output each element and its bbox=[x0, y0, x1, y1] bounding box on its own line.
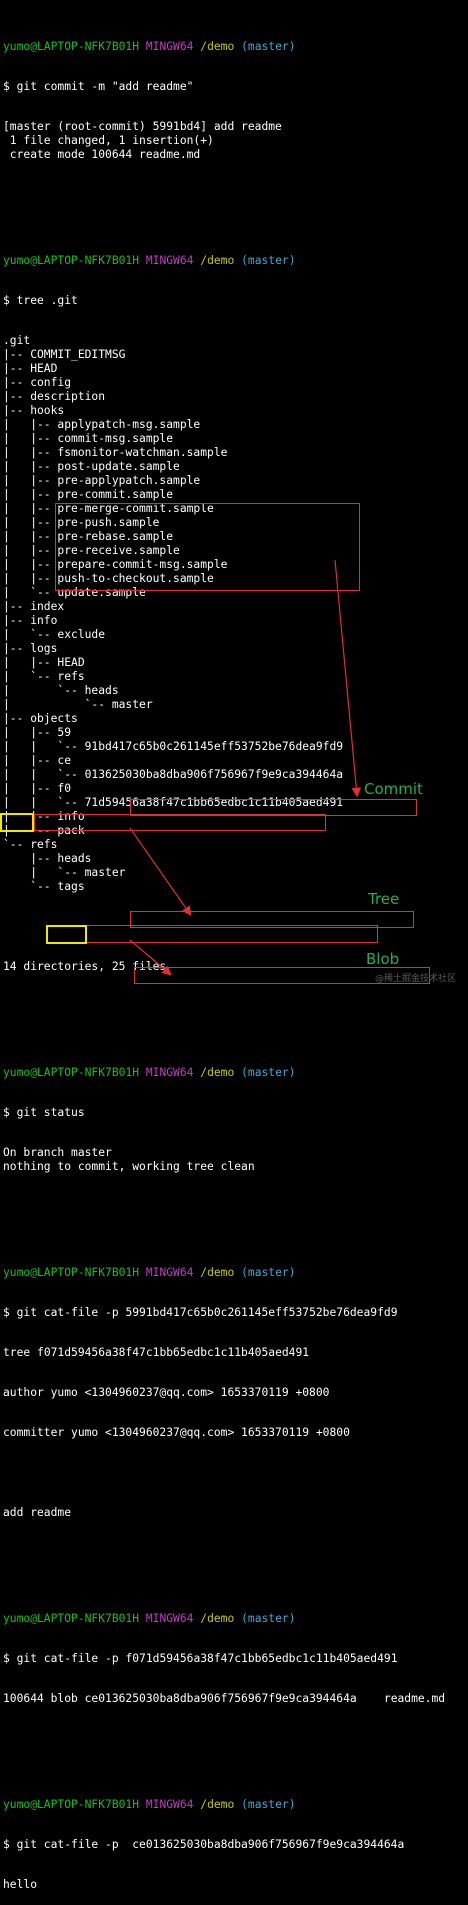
prompt-shell: MINGW64 bbox=[145, 1798, 194, 1811]
command-prefix: $ git cat-file -p bbox=[3, 1838, 133, 1851]
author-line: author yumo <1304960237@qq.com> 16533701… bbox=[3, 1386, 330, 1399]
prompt-path: /demo bbox=[200, 1798, 235, 1811]
file-mode: 100644 bbox=[3, 1692, 51, 1705]
blob-content: hello bbox=[3, 1878, 38, 1891]
prompt-user-host: yumo@LAPTOP-NFK7B01H bbox=[3, 1066, 140, 1079]
committer-line: committer yumo <1304960237@qq.com> 16533… bbox=[3, 1426, 350, 1439]
command-line: $ git cat-file -p f071d59456a38f47c1bb65… bbox=[3, 1652, 468, 1666]
blob-object-hash: ce013625030ba8dba906f756967f9e9ca394464a bbox=[132, 1838, 405, 1851]
prompt-shell: MINGW64 bbox=[145, 1612, 194, 1625]
arrow-tree-hash-to-tree-object bbox=[129, 827, 192, 916]
prompt-branch: (master) bbox=[241, 1612, 296, 1625]
file-name: readme.md bbox=[356, 1692, 446, 1705]
blob-hash: ce013625030ba8dba906f756967f9e9ca394464a bbox=[77, 1692, 357, 1705]
arrow-blob-hash-to-blob-object bbox=[129, 939, 172, 976]
commit-hash: 5991bd417c65b0c261145eff53752be76dea9fd9 bbox=[125, 1306, 398, 1319]
command-prefix: $ git cat-file -p bbox=[3, 1652, 126, 1665]
prompt-branch: (master) bbox=[241, 1066, 296, 1079]
prompt-branch: (master) bbox=[241, 1266, 296, 1279]
tree-hash: f071d59456a38f47c1bb65edbc1c11b405aed491 bbox=[30, 1346, 310, 1359]
prompt-path: /demo bbox=[200, 1266, 235, 1279]
command-line: $ git cat-file -p 5991bd417c65b0c261145e… bbox=[3, 1306, 468, 1320]
prompt-line: yumo@LAPTOP-NFK7B01H MINGW64 /demo (mast… bbox=[3, 1798, 468, 1812]
watermark: @稀土掘金技术社区 bbox=[375, 974, 457, 984]
tree-entry-line: tree f071d59456a38f47c1bb65edbc1c11b405a… bbox=[3, 1346, 468, 1360]
command-prefix: $ git cat-file -p bbox=[3, 1306, 126, 1319]
tree-object-hash: f071d59456a38f47c1bb65edbc1c11b405aed491 bbox=[125, 1652, 398, 1665]
prompt-line: yumo@LAPTOP-NFK7B01H MINGW64 /demo (mast… bbox=[3, 1612, 468, 1626]
prompt-user-host: yumo@LAPTOP-NFK7B01H bbox=[3, 1798, 140, 1811]
object-type-blob: blob bbox=[50, 1692, 78, 1705]
prompt-shell: MINGW64 bbox=[145, 1266, 194, 1279]
command-line: $ git cat-file -p ce013625030ba8dba906f7… bbox=[3, 1838, 468, 1852]
prompt-line: yumo@LAPTOP-NFK7B01H MINGW64 /demo (mast… bbox=[3, 1066, 468, 1080]
output-line: On branch master bbox=[3, 1146, 112, 1159]
prompt-path: /demo bbox=[200, 1066, 235, 1079]
commit-label: Commit bbox=[364, 780, 423, 798]
command-line: $ git status bbox=[3, 1106, 85, 1119]
prompt-user-host: yumo@LAPTOP-NFK7B01H bbox=[3, 1612, 140, 1625]
output-line: nothing to commit, working tree clean bbox=[3, 1160, 255, 1173]
prompt-branch: (master) bbox=[241, 1798, 296, 1811]
prompt-user-host: yumo@LAPTOP-NFK7B01H bbox=[3, 1266, 140, 1279]
blob-entry-line: 100644 blob ce013625030ba8dba906f756967f… bbox=[3, 1692, 468, 1706]
prompt-line: yumo@LAPTOP-NFK7B01H MINGW64 /demo (mast… bbox=[3, 1266, 468, 1280]
command-output: On branch master nothing to commit, worki… bbox=[3, 1146, 468, 1174]
prompt-shell: MINGW64 bbox=[145, 1066, 194, 1079]
arrow-objects-to-commit bbox=[334, 559, 362, 798]
commit-message: add readme bbox=[3, 1506, 72, 1519]
prompt-path: /demo bbox=[200, 1612, 235, 1625]
blob-label: Blob bbox=[366, 950, 400, 968]
arrows-overlay bbox=[129, 559, 362, 976]
tree-label: Tree bbox=[368, 890, 400, 908]
object-type-tree: tree bbox=[3, 1346, 31, 1359]
